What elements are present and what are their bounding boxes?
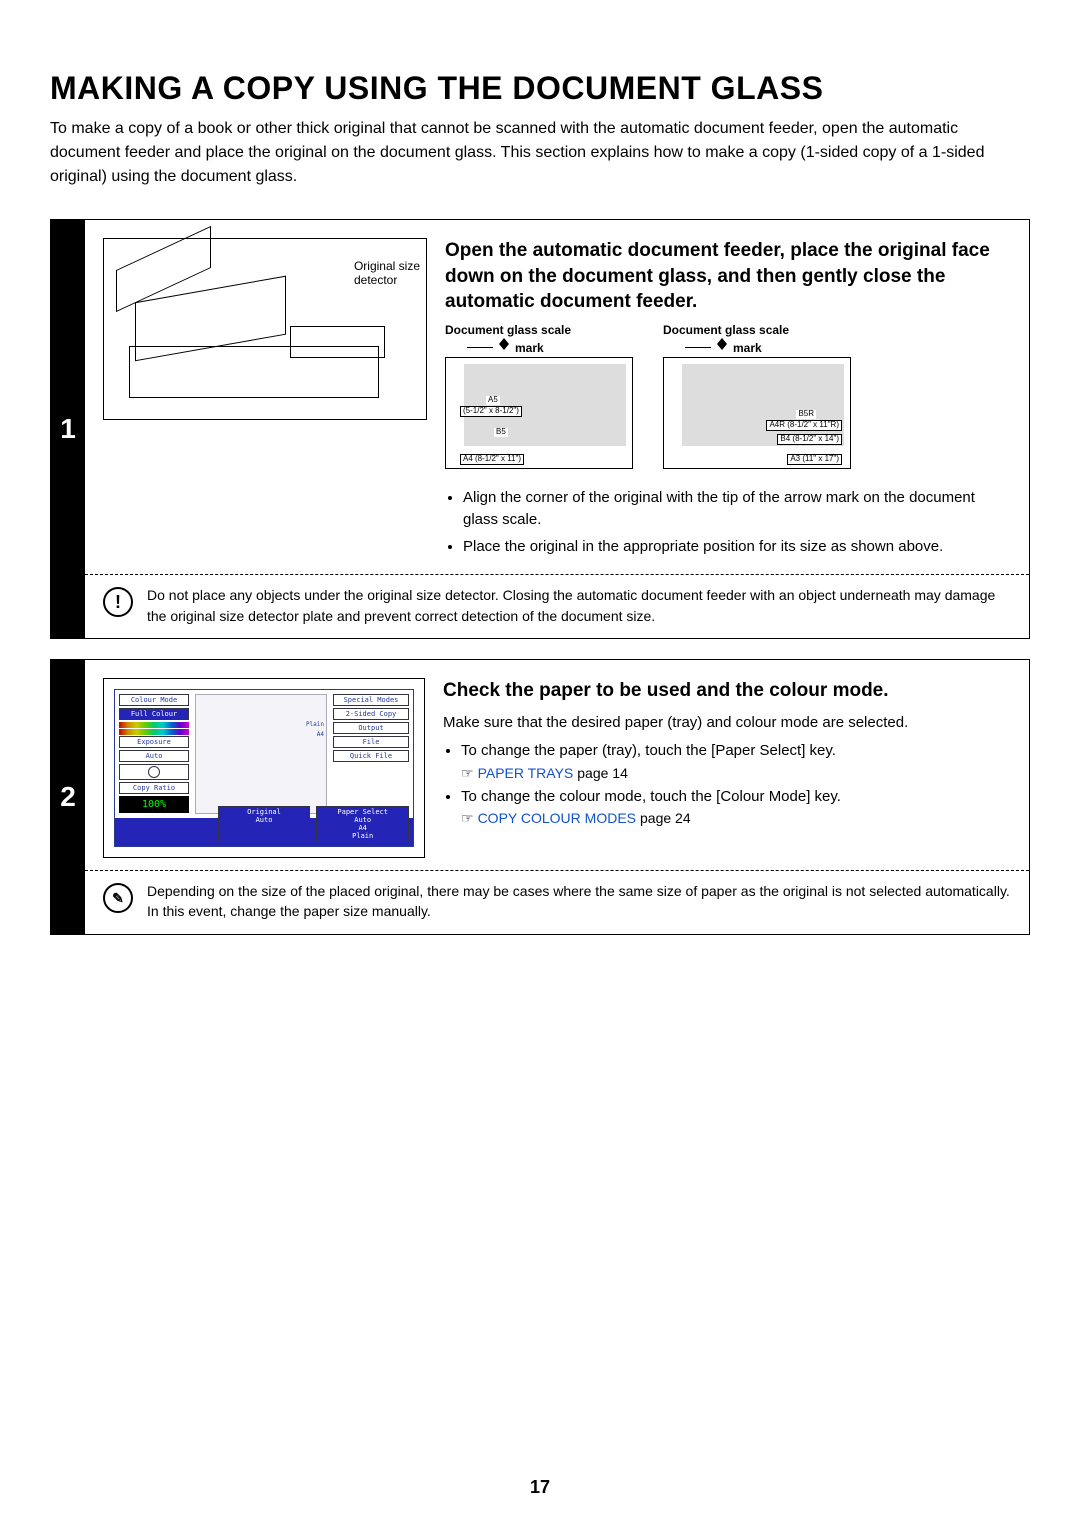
illustration-label: Original size detector <box>354 259 420 288</box>
caution-icon: ! <box>103 587 133 617</box>
panel-original: Original Auto <box>218 806 311 842</box>
step-2-content: Colour Mode Full Colour Exposure Auto Co… <box>85 660 1029 934</box>
scale-box-left: A5 (5-1/2" x 8-1/2") B5 A4 (8-1/2" x 11"… <box>445 357 633 469</box>
step-2-number: 2 <box>51 660 85 934</box>
panel-special-modes: Special Modes <box>333 694 409 706</box>
document-glass-scales: Document glass scale mark A5 (5-1/2" x 8… <box>445 323 1011 469</box>
panel-a4: A4 <box>317 731 324 738</box>
step-2-li2: To change the colour mode, touch the [Co… <box>461 786 1011 830</box>
illus-label-line1: Original size <box>354 259 420 273</box>
panel-plain: Plain <box>306 721 324 728</box>
link-copy-colour-modes[interactable]: COPY COLOUR MODES <box>478 808 636 829</box>
panel-output: Output <box>333 722 409 734</box>
mark-arrow-icon <box>717 344 727 350</box>
xref1-rest: page 14 <box>577 763 628 784</box>
scale-left: Document glass scale mark A5 (5-1/2" x 8… <box>445 323 633 469</box>
panel-right-col: Special Modes 2-Sided Copy Output File Q… <box>333 694 409 764</box>
panel-bottom-buttons: Original Auto Paper Select Auto A4 Plain <box>119 806 409 844</box>
colour-bar-icon <box>119 722 189 728</box>
step-1-illustration: Original size detector <box>103 238 427 420</box>
mark-label: mark <box>733 341 762 355</box>
panel-paperselect-label: Paper Select <box>337 808 388 816</box>
panel-quickfile: Quick File <box>333 750 409 762</box>
step-2-li2-text: To change the colour mode, touch the [Co… <box>461 788 841 805</box>
scale-b4: B4 (8-1/2" x 14") <box>777 434 842 445</box>
step-2-heading: Check the paper to be used and the colou… <box>443 678 1011 704</box>
step-1-bullets: Align the corner of the original with th… <box>445 487 1011 559</box>
pointer-icon: ☞ <box>461 808 474 829</box>
page-title: MAKING A COPY USING THE DOCUMENT GLASS <box>50 70 1030 107</box>
mark-row-left: mark <box>467 341 633 355</box>
link-paper-trays[interactable]: PAPER TRAYS <box>478 763 574 784</box>
scale-left-title: Document glass scale <box>445 323 633 337</box>
step-2-body: Make sure that the desired paper (tray) … <box>443 712 1011 735</box>
step-1-block: 1 Original size detector Open t <box>50 219 1030 639</box>
mark-label: mark <box>515 341 544 355</box>
step-2-li1: To change the paper (tray), touch the [P… <box>461 740 1011 784</box>
step-2-note-text: Depending on the size of the placed orig… <box>147 881 1011 922</box>
panel-file: File <box>333 736 409 748</box>
panel-mid: Plain A4 <box>195 694 327 814</box>
panel-auto: Auto <box>119 750 189 762</box>
step-1-note-text: Do not place any objects under the origi… <box>147 585 1011 626</box>
step-1-number: 1 <box>51 220 85 638</box>
page: MAKING A COPY USING THE DOCUMENT GLASS T… <box>0 0 1080 1528</box>
page-number: 17 <box>0 1477 1080 1498</box>
step-1-heading: Open the automatic document feeder, plac… <box>445 238 1011 315</box>
step-2-text-col: Check the paper to be used and the colou… <box>443 678 1011 858</box>
panel-paperselect-a4: A4 <box>358 824 366 832</box>
pencil-note-icon: ✎ <box>103 883 133 913</box>
step-2-note: ✎ Depending on the size of the placed or… <box>103 881 1011 922</box>
panel-paper-select: Paper Select Auto A4 Plain <box>316 806 409 842</box>
step-2-block: 2 Colour Mode Full Colour Exposure Auto <box>50 659 1030 935</box>
panel-paperselect-plain: Plain <box>352 832 373 840</box>
scale-a3: A3 (11" x 17") <box>787 454 842 465</box>
panel-left-col: Colour Mode Full Colour Exposure Auto Co… <box>119 694 189 813</box>
scale-right: Document glass scale mark B5R A4R (8-1/2… <box>663 323 851 469</box>
intro-text: To make a copy of a book or other thick … <box>50 117 1030 189</box>
dashed-separator <box>85 870 1029 871</box>
mark-row-right: mark <box>685 341 851 355</box>
exposure-dial-icon <box>148 766 160 778</box>
mark-arrow-icon <box>499 344 509 350</box>
step-2-li1-text: To change the paper (tray), touch the [P… <box>461 742 836 759</box>
illus-label-line2: detector <box>354 273 397 287</box>
scale-a4: A4 (8-1/2" x 11") <box>460 454 524 465</box>
scale-b5r: B5R <box>796 410 816 419</box>
colour-bar-icon <box>119 729 189 735</box>
step-1-text-col: Open the automatic document feeder, plac… <box>445 238 1011 562</box>
xref-paper-trays: ☞ PAPER TRAYS page 14 <box>461 763 1011 784</box>
panel-exposure: Exposure <box>119 736 189 748</box>
panel-original-label: Original <box>247 808 281 816</box>
xref2-rest: page 24 <box>640 808 691 829</box>
scale-a5sub: (5-1/2" x 8-1/2") <box>460 406 522 417</box>
panel-copy-ratio: Copy Ratio <box>119 782 189 794</box>
scale-a4r: A4R (8-1/2" x 11"R) <box>766 420 842 431</box>
panel-paperselect-auto: Auto <box>354 816 371 824</box>
dashed-separator <box>85 574 1029 575</box>
scale-box-right: B5R A4R (8-1/2" x 11"R) B4 (8-1/2" x 14"… <box>663 357 851 469</box>
scale-b5: B5 <box>494 428 508 437</box>
step-1-bullet-2: Place the original in the appropriate po… <box>463 536 1011 559</box>
scale-right-title: Document glass scale <box>663 323 851 337</box>
step-1-bullet-1: Align the corner of the original with th… <box>463 487 1011 532</box>
step-1-note: ! Do not place any objects under the ori… <box>103 585 1011 626</box>
step-2-touchpanel: Colour Mode Full Colour Exposure Auto Co… <box>103 678 425 858</box>
xref-copy-colour-modes: ☞ COPY COLOUR MODES page 24 <box>461 808 1011 829</box>
step-1-content: Original size detector Open the automati… <box>85 220 1029 638</box>
panel-colour-mode: Colour Mode <box>119 694 189 706</box>
step-2-bullets: To change the paper (tray), touch the [P… <box>443 740 1011 829</box>
panel-original-auto: Auto <box>256 816 273 824</box>
panel-full-colour: Full Colour <box>119 708 189 720</box>
scale-a5: A5 <box>486 396 500 405</box>
panel-2sided: 2-Sided Copy <box>333 708 409 720</box>
pointer-icon: ☞ <box>461 763 474 784</box>
